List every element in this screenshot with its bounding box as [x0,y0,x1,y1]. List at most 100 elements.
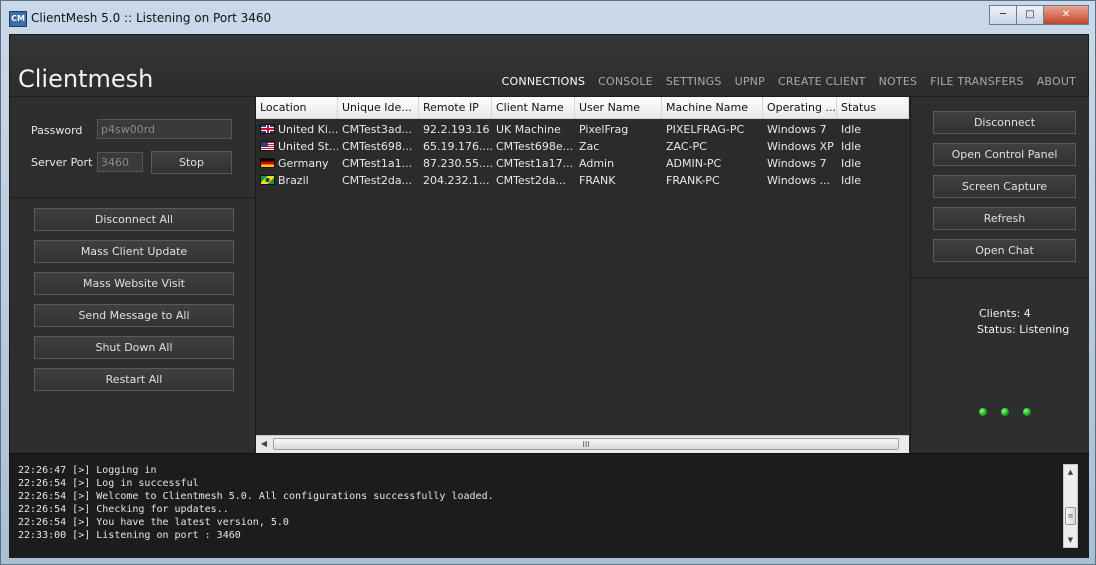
table-cell: CMTest3ad... [342,123,413,136]
nav-tab-upnp[interactable]: UPNP [735,75,765,88]
table-cell: ZAC-PC [666,140,707,153]
divider [911,277,1089,278]
table-cell: CMTest698... [342,140,413,153]
server-panel: Password p4sw00rd Server Port 3460 Stop … [10,97,256,452]
close-icon[interactable]: ✕ [1043,5,1089,25]
nav-tab-create-client[interactable]: CREATE CLIENT [778,75,866,88]
table-cell: Windows 7 [767,123,827,136]
password-input[interactable]: p4sw00rd [97,119,232,139]
nav-tab-notes[interactable]: NOTES [879,75,918,88]
open-chat-button[interactable]: Open Chat [933,239,1076,262]
column-header[interactable]: Operating ... [763,97,837,118]
password-label: Password [31,124,83,137]
table-cell: United St... [256,138,338,155]
restart-all-button[interactable]: Restart All [34,368,234,391]
germany-flag-icon [260,158,275,168]
location-text: Brazil [278,174,309,187]
table-cell: PixelFrag [579,123,629,136]
scroll-up-icon[interactable]: ▲ [1064,466,1077,478]
status-indicator-icon [1023,408,1031,416]
app-header: Clientmesh CONNECTIONS CONSOLE SETTINGS UPN… [10,35,1088,97]
table-cell: CMTest698e... [496,140,574,153]
stop-button[interactable]: Stop [151,151,232,174]
column-header[interactable]: Remote IP [419,97,492,118]
table-cell: UK Machine [496,123,561,136]
log-line: 22:26:54 [>] Checking for updates.. [18,504,229,515]
shut-down-all-button[interactable]: Shut Down All [34,336,234,359]
table-cell: Brazil [256,172,338,189]
open-control-panel-button[interactable]: Open Control Panel [933,143,1076,166]
table-cell: 65.19.176.... [423,140,492,153]
table-cell: Windows 7 [767,157,827,170]
table-cell: Idle [841,140,862,153]
table-cell: FRANK [579,174,616,187]
table-cell: Windows XP [767,140,834,153]
refresh-button[interactable]: Refresh [933,207,1076,230]
log-line: 22:26:47 [>] Logging in [18,465,157,476]
column-header[interactable]: User Name [575,97,662,118]
title-bar[interactable]: CM ClientMesh 5.0 :: Listening on Port 3… [1,1,1095,35]
brazil-flag-icon [260,175,275,185]
table-cell: Admin [579,157,615,170]
disconnect-all-button[interactable]: Disconnect All [34,208,234,231]
horizontal-scrollbar[interactable]: ◀ III [256,435,909,453]
app-logo-icon: CM [9,11,27,27]
mass-website-visit-button[interactable]: Mass Website Visit [34,272,234,295]
column-header[interactable]: Location [256,97,338,118]
table-cell: CMTest1a17... [496,157,574,170]
disconnect-button[interactable]: Disconnect [933,111,1076,134]
nav-tab-settings[interactable]: SETTINGS [666,75,722,88]
scrollbar-thumb[interactable]: ≡ [1065,507,1076,525]
table-cell: CMTest2da... [496,174,567,187]
brand-title: Clientmesh [18,65,154,93]
table-cell: CMTest2da... [342,174,413,187]
vertical-scrollbar[interactable]: ▲ ≡ ▼ [1063,464,1078,548]
table-cell: United Ki... [256,121,338,138]
table-row[interactable]: United St... CMTest698... 65.19.176.... CMT… [256,138,909,155]
scroll-down-icon[interactable]: ▼ [1064,534,1077,546]
location-text: Germany [278,157,329,170]
table-cell: Windows ... [767,174,831,187]
table-row[interactable]: Germany CMTest1a1... 87.230.55.... CMTest1a… [256,155,909,172]
nav-tab-about[interactable]: ABOUT [1037,75,1076,88]
table-cell: CMTest1a1... [342,157,413,170]
mass-client-update-button[interactable]: Mass Client Update [34,240,234,263]
console-log: 22:26:47 [>] Logging in 22:26:54 [>] Log … [10,453,1088,558]
uk-flag-icon [260,124,275,134]
table-cell: Idle [841,123,862,136]
column-header[interactable]: Client Name [492,97,575,118]
main-nav: CONNECTIONS CONSOLE SETTINGS UPNP CREATE CLI… [502,75,1076,88]
nav-tab-connections[interactable]: CONNECTIONS [502,75,585,88]
screen-capture-button[interactable]: Screen Capture [933,175,1076,198]
table-cell: Zac [579,140,600,153]
table-cell: PIXELFRAG-PC [666,123,745,136]
connections-table: Location Unique Ide... Remote IP Client Nam… [256,97,909,453]
table-header: Location Unique Ide... Remote IP Client Nam… [256,97,909,119]
table-cell: FRANK-PC [666,174,720,187]
scrollbar-thumb[interactable]: III [273,438,899,450]
minimize-icon[interactable]: ─ [989,5,1017,25]
nav-tab-file-transfers[interactable]: FILE TRANSFERS [930,75,1024,88]
server-port-input[interactable]: 3460 [97,152,143,172]
table-cell: 92.2.193.16 [423,123,490,136]
log-line: 22:33:00 [>] Listening on port : 3460 [18,530,241,541]
client-area: Clientmesh CONNECTIONS CONSOLE SETTINGS UPN… [9,34,1089,558]
maximize-icon[interactable]: □ [1016,5,1044,25]
column-header[interactable]: Machine Name [662,97,763,118]
window-title: ClientMesh 5.0 :: Listening on Port 3460 [31,11,272,25]
us-flag-icon [260,141,275,151]
table-row[interactable]: Brazil CMTest2da... 204.232.1... CMTest2da.… [256,172,909,189]
table-row[interactable]: United Ki... CMTest3ad... 92.2.193.16 UK Ma… [256,121,909,138]
scroll-right-icon[interactable] [894,438,908,450]
column-header[interactable]: Status [837,97,909,118]
table-cell: 204.232.1... [423,174,490,187]
server-port-label: Server Port [31,156,93,169]
table-cell: 87.230.55.... [423,157,492,170]
status-indicator-icon [1001,408,1009,416]
table-cell: Idle [841,174,862,187]
send-message-to-all-button[interactable]: Send Message to All [34,304,234,327]
scroll-left-icon[interactable]: ◀ [257,438,271,450]
log-line: 22:26:54 [>] Log in successful [18,478,199,489]
column-header[interactable]: Unique Ide... [338,97,419,118]
nav-tab-console[interactable]: CONSOLE [598,75,653,88]
